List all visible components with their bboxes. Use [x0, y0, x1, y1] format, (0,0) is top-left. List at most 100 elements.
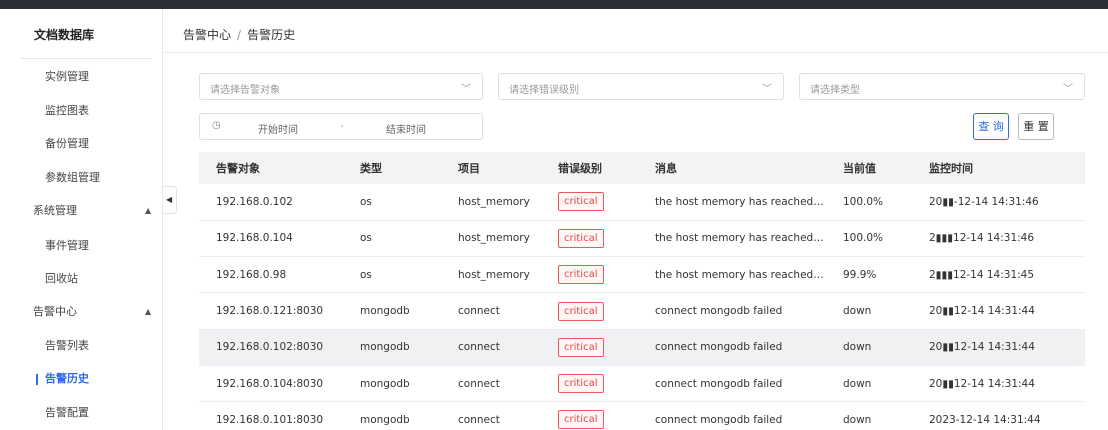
select-placeholder: 请选择告警对象 — [210, 85, 280, 96]
cell-item: host_memory — [441, 220, 541, 258]
cell-value: down — [826, 329, 912, 366]
table-row[interactable]: 192.168.0.102:8030 mongodb connect critical… — [199, 329, 1085, 366]
reset-button[interactable]: 重 置 — [1018, 113, 1054, 140]
cell-target: 192.168.0.98 — [199, 256, 343, 294]
cell-type: os — [343, 256, 441, 294]
sidebar-item-label: 事件管理 — [45, 239, 89, 252]
sidebar-item-label: 回收站 — [45, 272, 78, 285]
chevron-down-icon: ﹀ — [762, 84, 772, 95]
sidebar-item-label: 实例管理 — [45, 70, 89, 83]
column-header-target: 告警对象 — [199, 152, 343, 184]
status-badge: critical — [558, 410, 604, 430]
table-row[interactable]: 192.168.0.104 os host_memory critical the ho… — [199, 220, 1085, 258]
cell-level: critical — [541, 220, 638, 258]
cell-message: the host memory has reached the cri... — [638, 256, 826, 294]
sidebar-item-label: 监控图表 — [45, 104, 89, 117]
column-header-type: 类型 — [343, 152, 441, 184]
cell-value: down — [826, 292, 912, 330]
sidebar-item-label: 备份管理 — [45, 137, 89, 150]
cell-type: os — [343, 220, 441, 258]
sidebar-item-label: 告警中心 — [33, 305, 77, 318]
breadcrumb-parent[interactable]: 告警中心 — [183, 28, 231, 42]
table-row[interactable]: 192.168.0.98 os host_memory critical the hos… — [199, 256, 1085, 294]
cell-target: 192.168.0.121:8030 — [199, 292, 343, 330]
sidebar-item-label: 参数组管理 — [45, 171, 100, 184]
status-badge: critical — [558, 337, 604, 357]
sidebar-item-monitor-charts[interactable]: 监控图表 — [0, 101, 163, 121]
table-header-row: 告警对象 类型 项目 错误级别 消息 当前值 监控时间 — [199, 152, 1085, 184]
column-header-value: 当前值 — [826, 152, 912, 184]
chevron-left-icon: ◀ — [166, 195, 173, 204]
cell-value: down — [826, 365, 912, 403]
start-time-input[interactable]: 开始时间 — [258, 121, 298, 136]
table-row[interactable]: 192.168.0.101:8030 mongodb connect critical… — [199, 401, 1085, 430]
cell-target: 192.168.0.102:8030 — [199, 329, 343, 366]
date-range-picker[interactable]: ◷ 开始时间 - 结束时间 — [199, 113, 483, 140]
chevron-down-icon: ﹀ — [461, 84, 471, 95]
cell-target: 192.168.0.104 — [199, 220, 343, 258]
query-button[interactable]: 查 询 — [973, 113, 1009, 140]
range-separator: - — [340, 121, 344, 132]
type-select[interactable]: 请选择类型 ﹀ — [799, 73, 1085, 100]
sidebar-item-recycle-bin[interactable]: 回收站 — [0, 269, 163, 289]
cell-value: down — [826, 401, 912, 430]
sidebar-item-events[interactable]: 事件管理 — [0, 236, 163, 256]
status-badge: critical — [558, 374, 604, 394]
table-row[interactable]: 192.168.0.121:8030 mongodb connect critical… — [199, 292, 1085, 330]
alert-history-table: 告警对象 类型 项目 错误级别 消息 当前值 监控时间 192.168.0.10… — [199, 152, 1085, 430]
top-bar — [0, 0, 1108, 9]
cell-message: the host memory has reached the cri... — [638, 220, 826, 258]
status-badge: critical — [558, 228, 604, 248]
sidebar-item-backup[interactable]: 备份管理 — [0, 134, 163, 154]
cell-time: 2▮▮▮12-14 14:31:45 — [912, 256, 1085, 294]
column-header-time: 监控时间 — [912, 152, 1085, 184]
sidebar-group-system[interactable]: 系统管理 ▲ — [0, 201, 163, 221]
cell-level: critical — [541, 365, 638, 403]
sidebar-collapse-button[interactable]: ◀ — [163, 186, 177, 214]
breadcrumb: 告警中心 / 告警历史 — [183, 26, 295, 43]
sidebar-item-label: 告警列表 — [45, 339, 89, 352]
error-level-select[interactable]: 请选择错误级别 ﹀ — [498, 73, 784, 100]
cell-time: 2023-12-14 14:31:44 — [912, 401, 1085, 430]
table-row[interactable]: 192.168.0.104:8030 mongodb connect critical… — [199, 365, 1085, 403]
cell-item: connect — [441, 401, 541, 430]
cell-message: connect mongodb failed — [638, 365, 826, 403]
cell-time: 20▮▮12-14 14:31:44 — [912, 292, 1085, 330]
cell-time: 20▮▮-12-14 14:31:46 — [912, 184, 1085, 221]
clock-icon: ◷ — [212, 120, 221, 131]
app-title: 文档数据库 — [34, 28, 95, 42]
cell-target: 192.168.0.102 — [199, 184, 343, 221]
sidebar-item-instance[interactable]: 实例管理 — [0, 67, 163, 87]
cell-type: mongodb — [343, 329, 441, 366]
table-row[interactable]: 192.168.0.102 os host_memory critical the ho… — [199, 184, 1085, 221]
sidebar-item-alert-config[interactable]: 告警配置 — [0, 403, 163, 423]
chevron-up-icon[interactable]: ▲ — [145, 201, 151, 221]
breadcrumb-current: 告警历史 — [247, 28, 296, 42]
cell-target: 192.168.0.101:8030 — [199, 401, 343, 430]
sidebar-item-label: 告警历史 — [45, 372, 89, 385]
end-time-input[interactable]: 结束时间 — [386, 121, 426, 136]
alert-target-select[interactable]: 请选择告警对象 ﹀ — [199, 73, 483, 100]
cell-time: 2▮▮▮12-14 14:31:46 — [912, 220, 1085, 258]
sidebar-item-alert-history[interactable]: 告警历史 — [0, 369, 163, 389]
status-badge: critical — [558, 265, 604, 285]
chevron-down-icon: ﹀ — [1063, 84, 1073, 95]
sidebar-group-alerts[interactable]: 告警中心 ▲ — [0, 302, 163, 322]
divider — [164, 52, 1108, 53]
cell-target: 192.168.0.104:8030 — [199, 365, 343, 403]
select-placeholder: 请选择错误级别 — [509, 85, 579, 96]
cell-value: 100.0% — [826, 184, 912, 221]
active-indicator — [36, 374, 38, 385]
cell-time: 20▮▮12-14 14:31:44 — [912, 329, 1085, 366]
chevron-up-icon[interactable]: ▲ — [145, 302, 151, 322]
select-placeholder: 请选择类型 — [810, 85, 860, 96]
breadcrumb-separator: / — [237, 28, 242, 42]
cell-level: critical — [541, 292, 638, 330]
cell-item: host_memory — [441, 184, 541, 221]
sidebar-item-alert-list[interactable]: 告警列表 — [0, 336, 163, 356]
sidebar: 文档数据库 实例管理监控图表备份管理参数组管理系统管理 ▲ 事件管理回收站告警中心 ▲… — [0, 9, 163, 430]
cell-value: 100.0% — [826, 220, 912, 258]
cell-type: mongodb — [343, 401, 441, 430]
cell-level: critical — [541, 184, 638, 221]
sidebar-item-param-groups[interactable]: 参数组管理 — [0, 168, 163, 188]
